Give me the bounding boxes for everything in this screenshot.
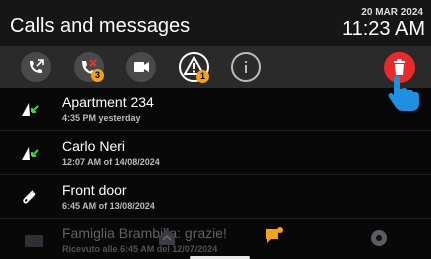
alarms-badge: 1: [196, 70, 209, 83]
list-item[interactable]: Front door 6:45 AM of 13/08/2024: [0, 176, 431, 219]
list-item[interactable]: Carlo Neri 12:07 AM of 14/08/2024: [0, 132, 431, 175]
missed-calls-badge: 3: [91, 69, 104, 82]
alarms-filter-button[interactable]: 1: [179, 52, 209, 83]
call-transfer-filter-button[interactable]: [21, 52, 51, 82]
date-label: 20 MAR 2024: [361, 7, 423, 18]
missed-calls-filter-button[interactable]: 3: [74, 52, 104, 82]
answered-call-icon: [22, 103, 39, 116]
list-item-time: 12:07 AM of 14/08/2024: [62, 157, 160, 167]
list-item-name: Front door: [62, 182, 127, 198]
settings-icon[interactable]: [369, 228, 389, 248]
list-item-name: Apartment 234: [62, 94, 154, 110]
call-transfer-icon: [30, 59, 44, 73]
pointing-hand-icon: [388, 76, 419, 111]
info-icon: [245, 61, 247, 73]
page-title: Calls and messages: [10, 15, 191, 37]
list-item[interactable]: Apartment 234 4:35 PM yesterday: [0, 88, 431, 131]
list-item[interactable]: Famiglia Brambilla: grazie! Ricevuto all…: [0, 220, 431, 259]
list-item-time: 6:45 AM of 13/08/2024: [62, 201, 155, 211]
paperclip-icon: [23, 190, 36, 204]
messages-icon[interactable]: [264, 226, 286, 246]
list-item-name: Famiglia Brambilla: grazie!: [62, 225, 227, 241]
list-item-time: 4:35 PM yesterday: [62, 113, 141, 123]
time-label: 11:23 AM: [341, 18, 425, 40]
list-item-time: Ricevuto alle 6:45 AM del 12/07/2024: [62, 244, 218, 254]
answered-call-icon: [22, 147, 39, 160]
header-bar: Calls and messages 20 MAR 2024 11:23 AM: [0, 0, 431, 46]
video-icon: [134, 62, 149, 72]
video-filter-button[interactable]: [126, 52, 156, 82]
home-icon[interactable]: [158, 228, 176, 246]
filter-toolbar: 3 1: [0, 46, 431, 88]
app-screen: Calls and messages 20 MAR 2024 11:23 AM …: [0, 0, 431, 259]
mail-icon[interactable]: [24, 234, 44, 248]
info-button[interactable]: [231, 52, 261, 82]
list-item-name: Carlo Neri: [62, 138, 126, 154]
